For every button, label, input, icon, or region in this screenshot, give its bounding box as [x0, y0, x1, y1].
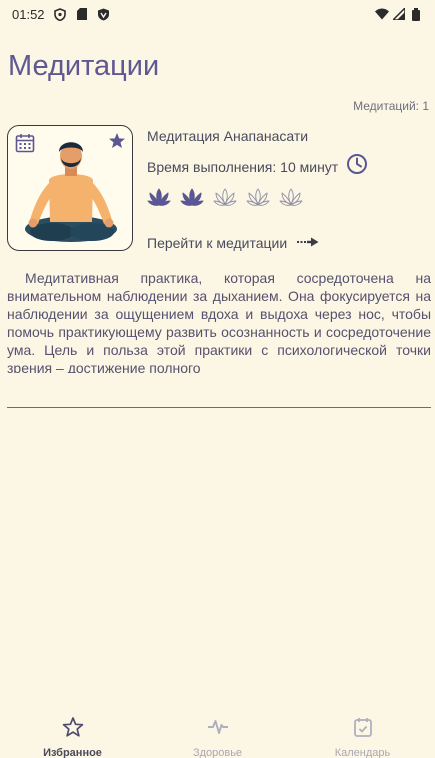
- nav-item-favorites[interactable]: Избранное: [0, 708, 145, 758]
- shield-app-icon: [97, 7, 111, 21]
- lotus-filled-icon: [180, 188, 204, 206]
- nav-label-health: Здоровье: [192, 747, 243, 758]
- vpn-shield-icon: [53, 7, 67, 21]
- status-right: [375, 7, 423, 21]
- duration-text: Время выполнения: 10 минут: [147, 158, 339, 175]
- sd-card-icon: [75, 7, 89, 21]
- meditation-image[interactable]: [7, 125, 133, 251]
- lotus-filled-icon: [147, 188, 171, 206]
- status-left: 01:52: [12, 7, 111, 22]
- battery-icon: [409, 7, 423, 21]
- lotus-outline-icon: [246, 188, 270, 206]
- lotus-outline-icon: [213, 188, 237, 206]
- go-to-meditation-link[interactable]: Перейти к медитации: [147, 234, 319, 252]
- go-to-meditation-label: Перейти к медитации: [147, 235, 288, 251]
- divider: [7, 407, 431, 408]
- meditation-title: Медитация Анапанасати: [147, 128, 309, 144]
- meditation-description: Медитативная практика, которая сосредото…: [7, 270, 431, 373]
- meditating-person-illustration: [25, 142, 117, 242]
- clock-icon: [346, 153, 368, 180]
- bottom-navigation: Избранное Здоровье Календарь: [0, 708, 435, 758]
- nav-label-calendar: Календарь: [334, 747, 391, 758]
- status-bar: 01:52: [0, 0, 435, 28]
- calendar-check-icon: [352, 716, 374, 743]
- wifi-icon: [375, 7, 389, 21]
- star-icon: [62, 716, 84, 743]
- arrow-right-icon: [297, 234, 319, 252]
- meditation-count: Медитаций: 1: [353, 99, 429, 113]
- nav-label-favorites: Избранное: [43, 747, 102, 758]
- nav-item-health[interactable]: Здоровье: [145, 708, 290, 758]
- lotus-outline-icon: [279, 188, 303, 206]
- nav-item-calendar[interactable]: Календарь: [290, 708, 435, 758]
- pulse-icon: [207, 716, 229, 743]
- page-title: Медитации: [8, 50, 160, 82]
- cellular-signal-icon: [392, 7, 406, 21]
- duration-row: Время выполнения: 10 минут: [147, 153, 368, 180]
- difficulty-rating: [147, 187, 303, 209]
- status-time: 01:52: [12, 6, 45, 22]
